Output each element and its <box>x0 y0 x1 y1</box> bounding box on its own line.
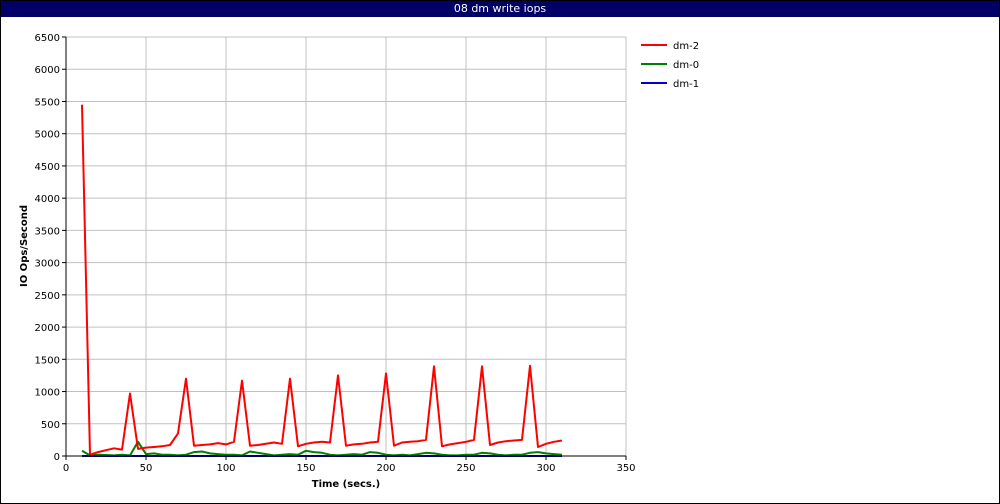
plot-area <box>66 37 626 456</box>
legend: dm-2 dm-0 dm-1 <box>641 41 699 90</box>
x-tick-label: 100 <box>216 463 235 474</box>
y-tick-label: 1500 <box>35 355 60 366</box>
y-tick-label: 1000 <box>35 388 60 399</box>
y-tick-label: 3500 <box>35 226 60 237</box>
line-chart: 0 50 100 150 200 250 300 3500500100015002000250… <box>19 33 699 490</box>
x-tick-label: 0 <box>63 463 69 474</box>
legend-label-dm-1: dm-1 <box>673 79 699 90</box>
y-tick-label: 5500 <box>35 97 60 108</box>
y-tick-label: 4000 <box>35 194 60 205</box>
legend-label-dm-2: dm-2 <box>673 41 699 52</box>
x-tick-label: 150 <box>296 463 315 474</box>
y-tick-label: 2500 <box>35 291 60 302</box>
x-tick-label: 250 <box>456 463 475 474</box>
y-axis-title: IO Ops/Second <box>19 205 30 287</box>
x-tick-label: 350 <box>616 463 635 474</box>
y-tick-label: 6000 <box>35 65 60 76</box>
y-tick-label: 3000 <box>35 259 60 270</box>
legend-label-dm-0: dm-0 <box>673 60 699 71</box>
x-tick-label: 300 <box>536 463 555 474</box>
x-tick-label: 50 <box>140 463 153 474</box>
y-tick-label: 500 <box>41 420 60 431</box>
x-axis-title: Time (secs.) <box>312 479 381 490</box>
y-tick-label: 0 <box>54 452 60 463</box>
chart-window: 08 dm write iops 0 50 100 150 200 250 300 350 0 5… <box>0 0 1000 504</box>
y-tick-label: 4500 <box>35 162 60 173</box>
y-tick-label: 5000 <box>35 130 60 141</box>
y-tick-label: 2000 <box>35 323 60 334</box>
y-tick-label: 6500 <box>35 33 60 44</box>
x-tick-label: 200 <box>376 463 395 474</box>
